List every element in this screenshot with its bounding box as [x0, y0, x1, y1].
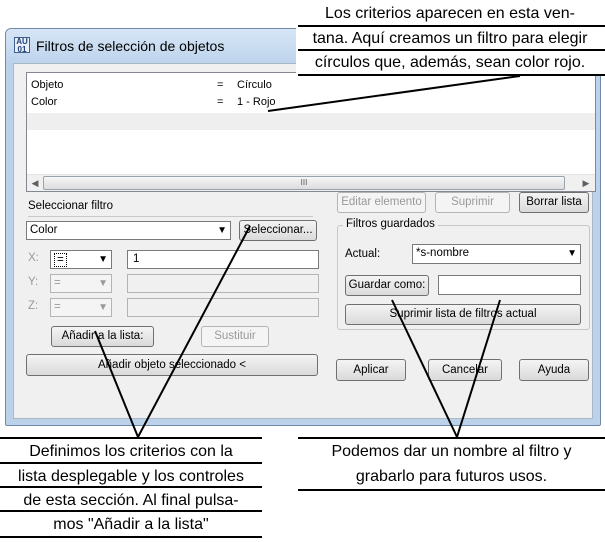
x-value-text: 1: [133, 253, 140, 265]
underline-rule: [298, 437, 605, 439]
edit-item-button[interactable]: Editar elemento: [337, 192, 426, 213]
top-annotation-line: tana. Aquí creamos un filtro para elegir: [312, 30, 588, 47]
bottom-left-annotation-line: de esta sección. Al final pulsa-: [23, 492, 239, 509]
z-operator-dropdown[interactable]: = ▼: [50, 298, 112, 317]
z-value-field[interactable]: [127, 298, 319, 317]
y-operator-value: =: [54, 277, 61, 289]
add-to-list-button[interactable]: Añadir a la lista:: [51, 326, 154, 347]
underline-rule: [298, 489, 605, 491]
chevron-down-icon: ▼: [217, 225, 227, 236]
chevron-down-icon: ▼: [98, 278, 108, 289]
scroll-thumb[interactable]: III: [43, 176, 565, 190]
delete-button[interactable]: Suprimir: [435, 192, 510, 213]
help-button[interactable]: Ayuda: [519, 359, 589, 381]
clear-list-button[interactable]: Borrar lista: [519, 192, 589, 213]
list-item[interactable]: Objeto = Círculo: [27, 77, 582, 94]
chevron-down-icon: ▼: [567, 248, 577, 259]
underline-rule: [0, 536, 262, 538]
x-label: X:: [28, 252, 39, 264]
section-divider: [28, 216, 313, 217]
top-annotation-line: círculos que, además, sean color rojo.: [314, 54, 586, 71]
y-operator-dropdown[interactable]: = ▼: [50, 274, 112, 293]
horizontal-scrollbar[interactable]: ◀ III ▶: [27, 174, 595, 191]
add-selected-object-button[interactable]: Añadir objeto seleccionado <: [26, 354, 318, 376]
select-button[interactable]: Seleccionar...: [239, 220, 317, 241]
underline-rule: [0, 437, 262, 439]
current-filter-dropdown[interactable]: *s-nombre ▼: [412, 244, 581, 264]
criteria-operator: =: [217, 96, 224, 108]
x-value-field[interactable]: 1: [127, 250, 319, 269]
dialog-body: Objeto = Círculo Color = 1 - Rojo ◀ III …: [13, 63, 596, 419]
bottom-left-annotation-line: mos "Añadir a la lista": [53, 516, 209, 533]
criteria-list[interactable]: Objeto = Círculo Color = 1 - Rojo ◀ III …: [26, 72, 596, 192]
scroll-left-icon[interactable]: ◀: [28, 177, 42, 190]
x-operator-dropdown[interactable]: = ▼: [50, 250, 112, 269]
current-filter-value: *s-nombre: [416, 247, 470, 259]
underline-rule: [0, 510, 262, 512]
current-label: Actual:: [345, 248, 381, 260]
bottom-left-annotation-line: lista desplegable y los controles: [18, 468, 244, 485]
app-icon[interactable]: AU 01: [14, 37, 30, 54]
chevron-down-icon: ▼: [98, 302, 108, 313]
cancel-button[interactable]: Cancelar: [428, 359, 502, 381]
criteria-value: Círculo: [237, 79, 272, 91]
criteria-value: 1 - Rojo: [237, 96, 276, 108]
criteria-object: Color: [31, 96, 58, 108]
underline-rule: [298, 74, 605, 76]
z-operator-value: =: [54, 301, 61, 313]
bottom-left-annotation-line: Definimos los criterios con la: [29, 443, 233, 460]
apply-button[interactable]: Aplicar: [336, 359, 406, 381]
filter-type-dropdown[interactable]: Color ▼: [26, 221, 231, 240]
z-label: Z:: [28, 300, 39, 312]
window-title: Filtros de selección de objetos: [36, 38, 225, 54]
x-operator-value: =: [54, 253, 67, 267]
underline-rule: [298, 49, 605, 51]
criteria-operator: =: [217, 79, 224, 91]
y-value-field[interactable]: [127, 274, 319, 293]
scroll-right-icon[interactable]: ▶: [579, 177, 593, 190]
bottom-right-annotation-line: grabarlo para futuros usos.: [355, 468, 548, 485]
underline-rule: [298, 25, 605, 27]
delete-current-filter-list-button[interactable]: Suprimir lista de filtros actual: [345, 304, 581, 325]
saved-filters-heading: Filtros guardados: [343, 218, 438, 230]
list-item-empty[interactable]: [27, 113, 595, 130]
save-as-button[interactable]: Guardar como:: [345, 275, 429, 296]
select-filter-heading: Seleccionar filtro: [28, 200, 114, 212]
underline-rule: [0, 462, 262, 464]
filter-type-value: Color: [30, 224, 58, 236]
bottom-right-annotation-line: Podemos dar un nombre al filtro y: [331, 443, 572, 460]
criteria-object: Objeto: [31, 79, 64, 91]
y-label: Y:: [28, 276, 39, 288]
underline-rule: [0, 486, 262, 488]
top-annotation-line: Los criterios aparecen en esta ven-: [325, 5, 575, 22]
filter-dialog: AU 01 Filtros de selección de objetos Obj…: [5, 28, 601, 426]
list-item[interactable]: Color = 1 - Rojo: [27, 94, 582, 111]
chevron-down-icon: ▼: [98, 254, 108, 265]
substitute-button[interactable]: Sustituir: [201, 326, 269, 347]
save-as-field[interactable]: [438, 275, 581, 295]
